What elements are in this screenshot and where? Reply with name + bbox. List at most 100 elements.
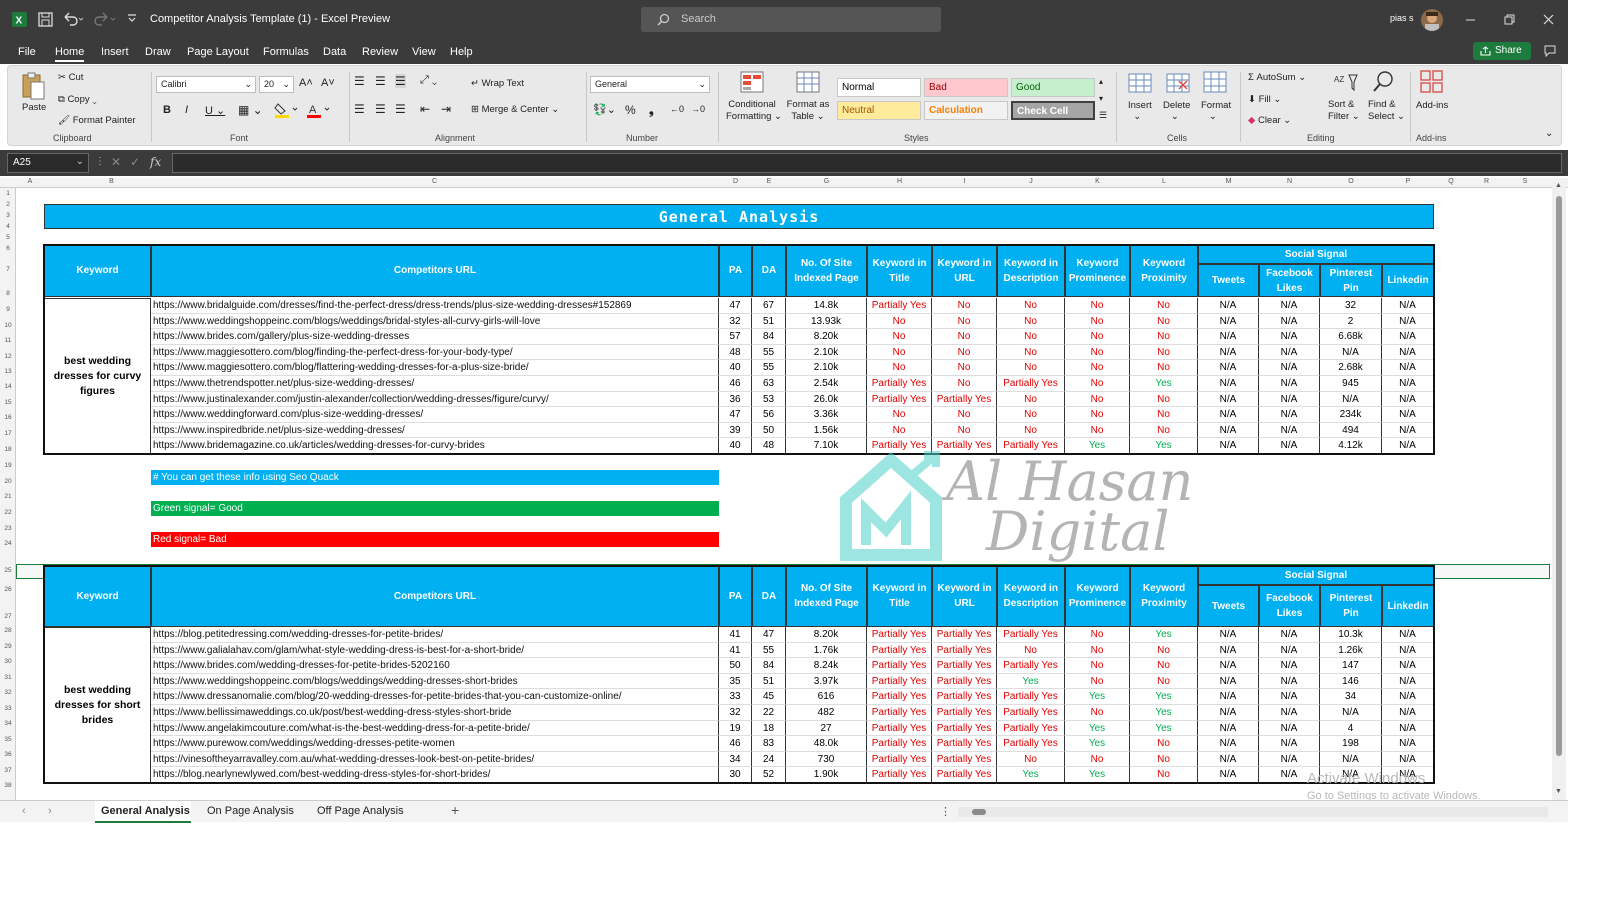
data-cell[interactable]: No bbox=[997, 313, 1065, 330]
data-cell[interactable]: No bbox=[1065, 344, 1130, 361]
data-cell[interactable]: No bbox=[1130, 736, 1198, 752]
styles-more-icon[interactable]: ☰ bbox=[1099, 110, 1107, 121]
url-cell[interactable]: https://www.brides.com/wedding-dresses-f… bbox=[151, 658, 719, 674]
data-cell[interactable]: Partially Yes bbox=[867, 658, 932, 674]
decrease-indent-icon[interactable]: ⇤ bbox=[420, 102, 430, 116]
style-bad[interactable]: Bad bbox=[924, 78, 1008, 97]
data-cell[interactable]: 2.10k bbox=[786, 344, 867, 361]
column-header[interactable]: O bbox=[1320, 178, 1382, 188]
data-cell[interactable]: 3.36k bbox=[786, 407, 867, 423]
data-cell[interactable]: 8.20k bbox=[786, 627, 867, 643]
data-cell[interactable]: 40 bbox=[719, 438, 752, 454]
data-cell[interactable]: 50 bbox=[719, 658, 752, 674]
data-cell[interactable]: N/A bbox=[1198, 329, 1259, 345]
data-cell[interactable]: 50 bbox=[752, 422, 786, 439]
copy-button[interactable]: ⧉ Copy ⌄ bbox=[58, 94, 97, 105]
data-cell[interactable]: 30 bbox=[719, 767, 752, 783]
url-cell[interactable]: https://www.angelakimcouture.com/what-is… bbox=[151, 720, 719, 737]
data-cell[interactable]: No bbox=[1130, 673, 1198, 690]
data-cell[interactable]: 146 bbox=[1320, 673, 1382, 690]
data-cell[interactable]: 32 bbox=[719, 705, 752, 721]
data-cell[interactable]: N/A bbox=[1259, 689, 1320, 705]
data-cell[interactable]: Partially Yes bbox=[997, 658, 1065, 674]
url-cell[interactable]: https://www.galialahav.com/glam/what-sty… bbox=[151, 642, 719, 659]
data-cell[interactable]: No bbox=[932, 344, 997, 361]
data-cell[interactable]: Yes bbox=[1130, 705, 1198, 721]
data-cell[interactable]: N/A bbox=[1259, 313, 1320, 330]
data-cell[interactable]: Partially Yes bbox=[997, 376, 1065, 392]
data-cell[interactable]: N/A bbox=[1259, 673, 1320, 690]
row-header[interactable]: 6 bbox=[0, 245, 16, 252]
data-cell[interactable]: N/A bbox=[1382, 705, 1434, 721]
menu-review[interactable]: Review bbox=[362, 46, 398, 58]
name-box[interactable]: A25 ⌄ bbox=[7, 153, 89, 173]
url-cell[interactable]: https://www.weddingshoppeinc.com/blogs/w… bbox=[151, 673, 719, 690]
data-cell[interactable]: No bbox=[867, 344, 932, 361]
row-header[interactable]: 16 bbox=[0, 414, 16, 421]
data-cell[interactable]: Partially Yes bbox=[932, 720, 997, 737]
data-cell[interactable]: 2.68k bbox=[1320, 360, 1382, 376]
data-cell[interactable]: 56 bbox=[752, 407, 786, 423]
data-cell[interactable]: N/A bbox=[1382, 391, 1434, 408]
data-cell[interactable]: N/A bbox=[1382, 720, 1434, 737]
data-cell[interactable]: 24 bbox=[752, 751, 786, 768]
data-cell[interactable]: No bbox=[867, 422, 932, 439]
comments-icon[interactable] bbox=[1543, 44, 1557, 58]
data-cell[interactable]: Partially Yes bbox=[932, 689, 997, 705]
delete-cells-icon[interactable] bbox=[1166, 73, 1190, 93]
share-button[interactable]: Share bbox=[1473, 42, 1531, 60]
data-cell[interactable]: N/A bbox=[1259, 422, 1320, 439]
increase-indent-icon[interactable]: ⇥ bbox=[441, 102, 451, 116]
data-cell[interactable]: 32 bbox=[719, 313, 752, 330]
data-cell[interactable]: N/A bbox=[1382, 438, 1434, 454]
data-cell[interactable]: 14.8k bbox=[786, 298, 867, 314]
row-header[interactable]: 28 bbox=[0, 627, 16, 634]
restore-icon[interactable] bbox=[1504, 14, 1515, 25]
data-cell[interactable]: N/A bbox=[1198, 642, 1259, 659]
conditional-formatting-button[interactable]: Conditional Formatting ⌄ bbox=[726, 99, 782, 123]
data-cell[interactable]: 47 bbox=[719, 407, 752, 423]
data-cell[interactable]: N/A bbox=[1259, 360, 1320, 376]
data-cell[interactable]: No bbox=[867, 360, 932, 376]
data-cell[interactable]: Partially Yes bbox=[932, 391, 997, 408]
data-cell[interactable]: Partially Yes bbox=[867, 673, 932, 690]
data-cell[interactable]: No bbox=[1065, 627, 1130, 643]
data-cell[interactable]: Partially Yes bbox=[867, 376, 932, 392]
align-center-icon[interactable]: ☰ bbox=[375, 102, 386, 116]
data-cell[interactable]: N/A bbox=[1382, 673, 1434, 690]
row-header[interactable]: 32 bbox=[0, 689, 16, 696]
undo-icon[interactable] bbox=[62, 11, 84, 27]
data-cell[interactable]: 33 bbox=[719, 689, 752, 705]
row-header[interactable]: 1 bbox=[0, 190, 16, 197]
data-cell[interactable]: 67 bbox=[752, 298, 786, 314]
data-cell[interactable]: No bbox=[867, 313, 932, 330]
data-cell[interactable]: Yes bbox=[1065, 689, 1130, 705]
data-cell[interactable]: N/A bbox=[1198, 673, 1259, 690]
data-cell[interactable]: N/A bbox=[1382, 360, 1434, 376]
data-cell[interactable]: 63 bbox=[752, 376, 786, 392]
data-cell[interactable]: 1.56k bbox=[786, 422, 867, 439]
row-header[interactable]: 20 bbox=[0, 478, 16, 485]
url-cell[interactable]: https://www.dressanomalie.com/blog/20-we… bbox=[151, 689, 719, 705]
row-header[interactable]: 21 bbox=[0, 493, 16, 500]
data-cell[interactable]: Partially Yes bbox=[932, 673, 997, 690]
data-cell[interactable]: 40 bbox=[719, 360, 752, 376]
row-header[interactable]: 14 bbox=[0, 383, 16, 390]
data-cell[interactable]: No bbox=[997, 360, 1065, 376]
tab-on-page-analysis[interactable]: On Page Analysis bbox=[207, 805, 294, 817]
data-cell[interactable]: No bbox=[932, 422, 997, 439]
data-cell[interactable]: 6.68k bbox=[1320, 329, 1382, 345]
row-header[interactable]: 9 bbox=[0, 306, 16, 313]
percent-icon[interactable]: % bbox=[625, 103, 636, 117]
redo-icon[interactable] bbox=[94, 11, 116, 27]
data-cell[interactable]: 234k bbox=[1320, 407, 1382, 423]
wrap-text-button[interactable]: ↵ Wrap Text bbox=[471, 78, 524, 89]
increase-decimal-icon[interactable]: ←0 bbox=[670, 104, 684, 114]
data-cell[interactable]: N/A bbox=[1382, 298, 1434, 314]
data-cell[interactable]: 18 bbox=[752, 720, 786, 737]
data-cell[interactable]: No bbox=[1065, 751, 1130, 768]
scroll-down-icon[interactable]: ▼ bbox=[1555, 788, 1562, 795]
url-cell[interactable]: https://www.brides.com/gallery/plus-size… bbox=[151, 329, 719, 345]
styles-scroll-up-icon[interactable]: ▴ bbox=[1099, 77, 1103, 86]
data-cell[interactable]: No bbox=[997, 344, 1065, 361]
